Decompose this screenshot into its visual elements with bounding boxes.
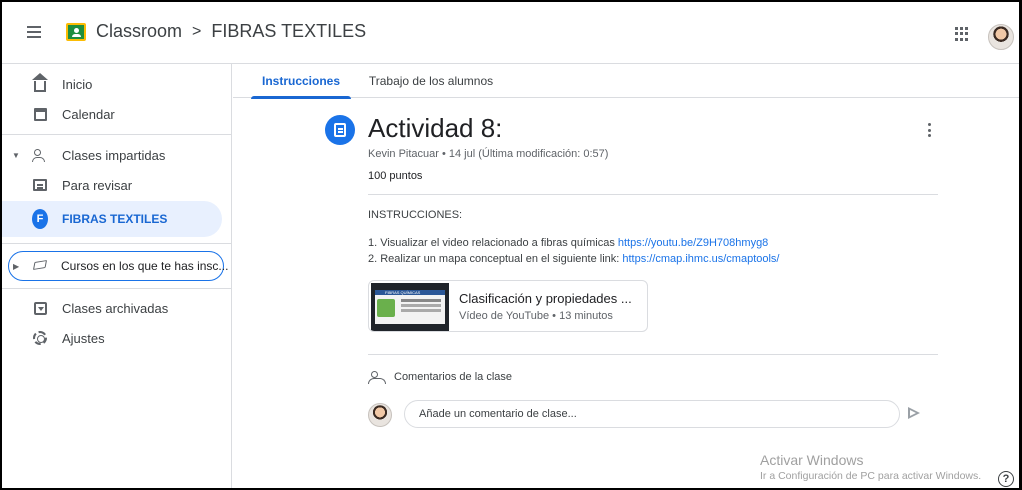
breadcrumb: Classroom > FIBRAS TEXTILES (96, 21, 366, 42)
sidebar-item-label: Inicio (62, 76, 93, 92)
tab-bar: Instrucciones Trabajo de los alumnos (233, 64, 1019, 99)
instruction-link[interactable]: https://youtu.be/Z9H708hmyg8 (618, 237, 768, 249)
windows-activation-title: Activar Windows (760, 452, 864, 468)
class-comment-input[interactable] (404, 400, 900, 428)
more-options-icon[interactable] (925, 121, 933, 139)
sidebar-item-label: Para revisar (62, 177, 133, 193)
sidebar-item-label: Clases archivadas (62, 300, 169, 316)
help-icon[interactable]: ? (998, 471, 1014, 487)
assignment-icon (325, 115, 355, 145)
send-icon[interactable] (908, 407, 920, 419)
archive-icon (32, 300, 48, 316)
chevron-right-icon[interactable]: ▶ (13, 262, 19, 271)
post-meta: Kevin Pitacuar • 14 jul (Última modifica… (368, 148, 609, 160)
sidebar-item-label: Clases impartidas (62, 147, 166, 163)
sidebar-divider (0, 243, 232, 244)
home-icon (32, 72, 48, 92)
tab-instrucciones[interactable]: Instrucciones (251, 64, 351, 99)
to-review-icon (32, 177, 48, 193)
video-thumbnail[interactable]: FIBRAS QUÍMICAS (371, 283, 449, 331)
youtube-attachment-card[interactable]: FIBRAS QUÍMICAS Clasificación y propieda… (368, 280, 648, 332)
sidebar-item-label: Cursos en los que te has insc... (61, 259, 229, 273)
attachment-subtitle: Vídeo de YouTube • 13 minutos (459, 310, 613, 322)
people-comments-icon (368, 371, 386, 384)
breadcrumb-app[interactable]: Classroom (96, 21, 182, 42)
sidebar-divider (0, 288, 232, 289)
instruction-link[interactable]: https://cmap.ihmc.us/cmaptools/ (622, 253, 779, 265)
breadcrumb-course[interactable]: FIBRAS TEXTILES (211, 21, 366, 42)
people-icon (32, 147, 48, 163)
sidebar-item-ajustes[interactable]: Ajustes (0, 320, 222, 356)
post-points: 100 puntos (368, 170, 423, 182)
sidebar-item-para-revisar[interactable]: Para revisar (0, 167, 222, 203)
tab-trabajo-alumnos[interactable]: Trabajo de los alumnos (361, 64, 501, 98)
attachment-title: Clasificación y propiedades ... (459, 291, 632, 306)
instruction-text: 2. Realizar un mapa conceptual en el sig… (368, 253, 623, 265)
windows-activation-subtitle: Ir a Configuración de PC para activar Wi… (760, 470, 982, 482)
sidebar-item-label: Calendar (62, 106, 115, 122)
graduation-cap-icon (33, 258, 49, 274)
sidebar-item-calendar[interactable]: Calendar (0, 96, 222, 132)
breadcrumb-separator: > (192, 22, 202, 40)
content-divider (368, 194, 938, 195)
sidebar-item-label: Ajustes (62, 330, 105, 346)
instruction-text: 1. Visualizar el video relacionado a fib… (368, 237, 618, 249)
top-bar: Classroom > FIBRAS TEXTILES (0, 0, 1022, 64)
instructions-heading: INSTRUCCIONES: (368, 209, 463, 221)
google-apps-icon[interactable] (955, 27, 969, 41)
content-divider (368, 354, 938, 355)
sidebar-item-fibras-textiles[interactable]: F FIBRAS TEXTILES (0, 201, 222, 237)
class-badge: F (32, 209, 48, 229)
class-comments-label: Comentarios de la clase (394, 371, 513, 383)
sidebar-item-label: FIBRAS TEXTILES (62, 212, 168, 226)
calendar-icon (32, 106, 48, 122)
instruction-step: 2. Realizar un mapa conceptual en el sig… (368, 253, 780, 265)
sidebar-divider (0, 134, 232, 135)
sidebar: Inicio Calendar ▼ Clases impartidas Para… (0, 64, 232, 490)
class-comments-heading: Comentarios de la clase (368, 371, 513, 384)
gear-icon (32, 330, 48, 346)
instruction-step: 1. Visualizar el video relacionado a fib… (368, 237, 768, 249)
thumbnail-text: FIBRAS QUÍMICAS (385, 290, 421, 295)
hamburger-menu-icon[interactable] (10, 8, 58, 56)
chevron-down-icon[interactable]: ▼ (12, 151, 20, 160)
sidebar-item-cursos-inscritos[interactable]: ▶ Cursos en los que te has insc... (8, 251, 228, 281)
page-title: Actividad 8: (368, 113, 503, 143)
classroom-logo-icon[interactable] (66, 22, 86, 41)
account-avatar[interactable] (988, 24, 1014, 50)
avatar (368, 403, 392, 427)
